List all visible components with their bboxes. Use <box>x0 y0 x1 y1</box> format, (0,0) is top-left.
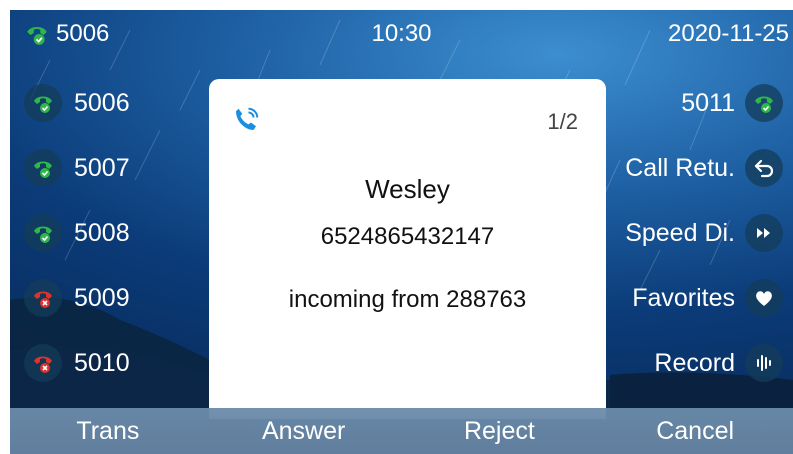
phone-registered-icon <box>24 84 62 122</box>
phone-screen: 5006 10:30 2020-11-25 5006 5007 5008 500… <box>10 10 793 454</box>
dsskey-label: Record <box>654 348 735 377</box>
line-key-label: 5011 <box>681 88 735 117</box>
caller-name: Wesley <box>365 174 450 204</box>
line-key-4[interactable]: 5009 <box>24 276 130 320</box>
phone-registered-icon <box>24 149 62 187</box>
phone-failed-icon <box>24 279 62 317</box>
status-bar: 5006 10:30 2020-11-25 <box>10 10 793 60</box>
line-key-label: 5006 <box>74 88 130 117</box>
audio-wave-icon <box>745 344 783 382</box>
incoming-line-info: incoming from 288763 <box>288 286 527 313</box>
return-arrow-icon <box>745 149 783 187</box>
incoming-call-icon <box>236 107 259 130</box>
dsskey-speed-dial[interactable]: Speed Di. <box>625 211 783 255</box>
dsskey-label: Favorites <box>632 283 735 312</box>
line-key-label: 5008 <box>74 218 130 247</box>
line-key-6[interactable]: 5011 <box>681 81 783 125</box>
dsskey-call-return[interactable]: Call Retu. <box>625 146 783 190</box>
dsskey-label: Speed Di. <box>625 218 735 247</box>
phone-registered-icon <box>745 84 783 122</box>
softkey-answer[interactable]: Answer <box>206 417 402 446</box>
dsskey-label: Call Retu. <box>625 153 735 182</box>
call-page-indicator: 1/2 <box>547 109 578 134</box>
dsskey-record[interactable]: Record <box>654 341 783 385</box>
incoming-call-dialog: 1/2 Wesley 6524865432147 incoming from 2… <box>209 79 606 419</box>
dsskey-favorites[interactable]: Favorites <box>632 276 783 320</box>
softkey-cancel[interactable]: Cancel <box>597 417 793 446</box>
line-key-2[interactable]: 5007 <box>24 146 130 190</box>
line-key-label: 5007 <box>74 153 130 182</box>
phone-registered-icon <box>24 214 62 252</box>
caller-number: 6524865432147 <box>320 223 495 250</box>
line-key-3[interactable]: 5008 <box>24 211 130 255</box>
line-key-label: 5009 <box>74 283 130 312</box>
softkey-trans[interactable]: Trans <box>10 417 206 446</box>
heart-icon <box>745 279 783 317</box>
status-date: 2020-11-25 <box>668 20 789 47</box>
line-key-1[interactable]: 5006 <box>24 81 130 125</box>
line-key-5[interactable]: 5010 <box>24 341 130 385</box>
fast-forward-icon <box>745 214 783 252</box>
softkey-bar: Trans Answer Reject Cancel <box>10 408 793 454</box>
softkey-reject[interactable]: Reject <box>402 417 598 446</box>
line-key-label: 5010 <box>74 348 130 377</box>
phone-failed-icon <box>24 344 62 382</box>
